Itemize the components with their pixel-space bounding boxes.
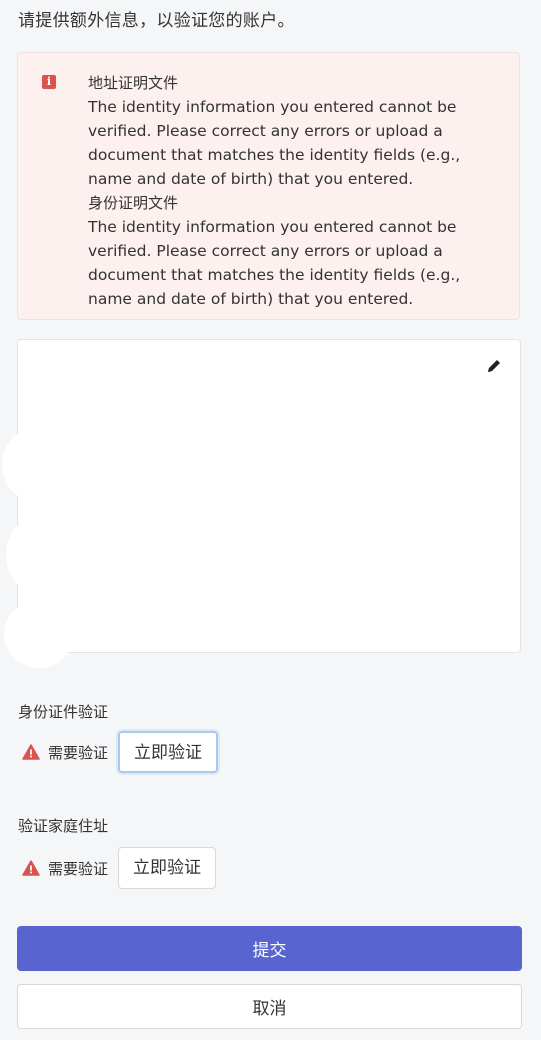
pencil-icon[interactable] bbox=[486, 358, 502, 374]
address-verification-row: 需要验证 立即验证 bbox=[22, 846, 217, 890]
alert-heading-address: 地址证明文件 bbox=[88, 74, 179, 92]
id-verification-row: 需要验证 立即验证 bbox=[22, 730, 219, 774]
document-panel bbox=[17, 339, 521, 653]
alert-text-identity: The identity information you entered can… bbox=[88, 218, 461, 308]
alert-heading-identity: 身份证明文件 bbox=[88, 194, 179, 212]
redaction-mark bbox=[6, 520, 56, 590]
address-verification-label: 验证家庭住址 bbox=[18, 817, 109, 835]
id-verification-status: 需要验证 bbox=[48, 743, 109, 762]
info-icon: i bbox=[42, 75, 56, 89]
error-alert: i 地址证明文件 The identity information you en… bbox=[17, 52, 520, 320]
page-title: 请提供额外信息，以验证您的账户。 bbox=[18, 11, 295, 31]
verify-id-button[interactable]: 立即验证 bbox=[118, 731, 219, 773]
cancel-button[interactable]: 取消 bbox=[17, 984, 522, 1029]
submit-button[interactable]: 提交 bbox=[17, 926, 522, 971]
alert-text-address: The identity information you entered can… bbox=[88, 98, 461, 188]
address-verification-status: 需要验证 bbox=[48, 859, 109, 878]
id-verification-label: 身份证件验证 bbox=[18, 703, 109, 721]
warning-icon bbox=[22, 860, 40, 876]
redaction-mark bbox=[2, 430, 62, 500]
warning-icon bbox=[22, 744, 40, 760]
redaction-mark bbox=[4, 600, 74, 668]
verify-address-button[interactable]: 立即验证 bbox=[118, 847, 217, 889]
